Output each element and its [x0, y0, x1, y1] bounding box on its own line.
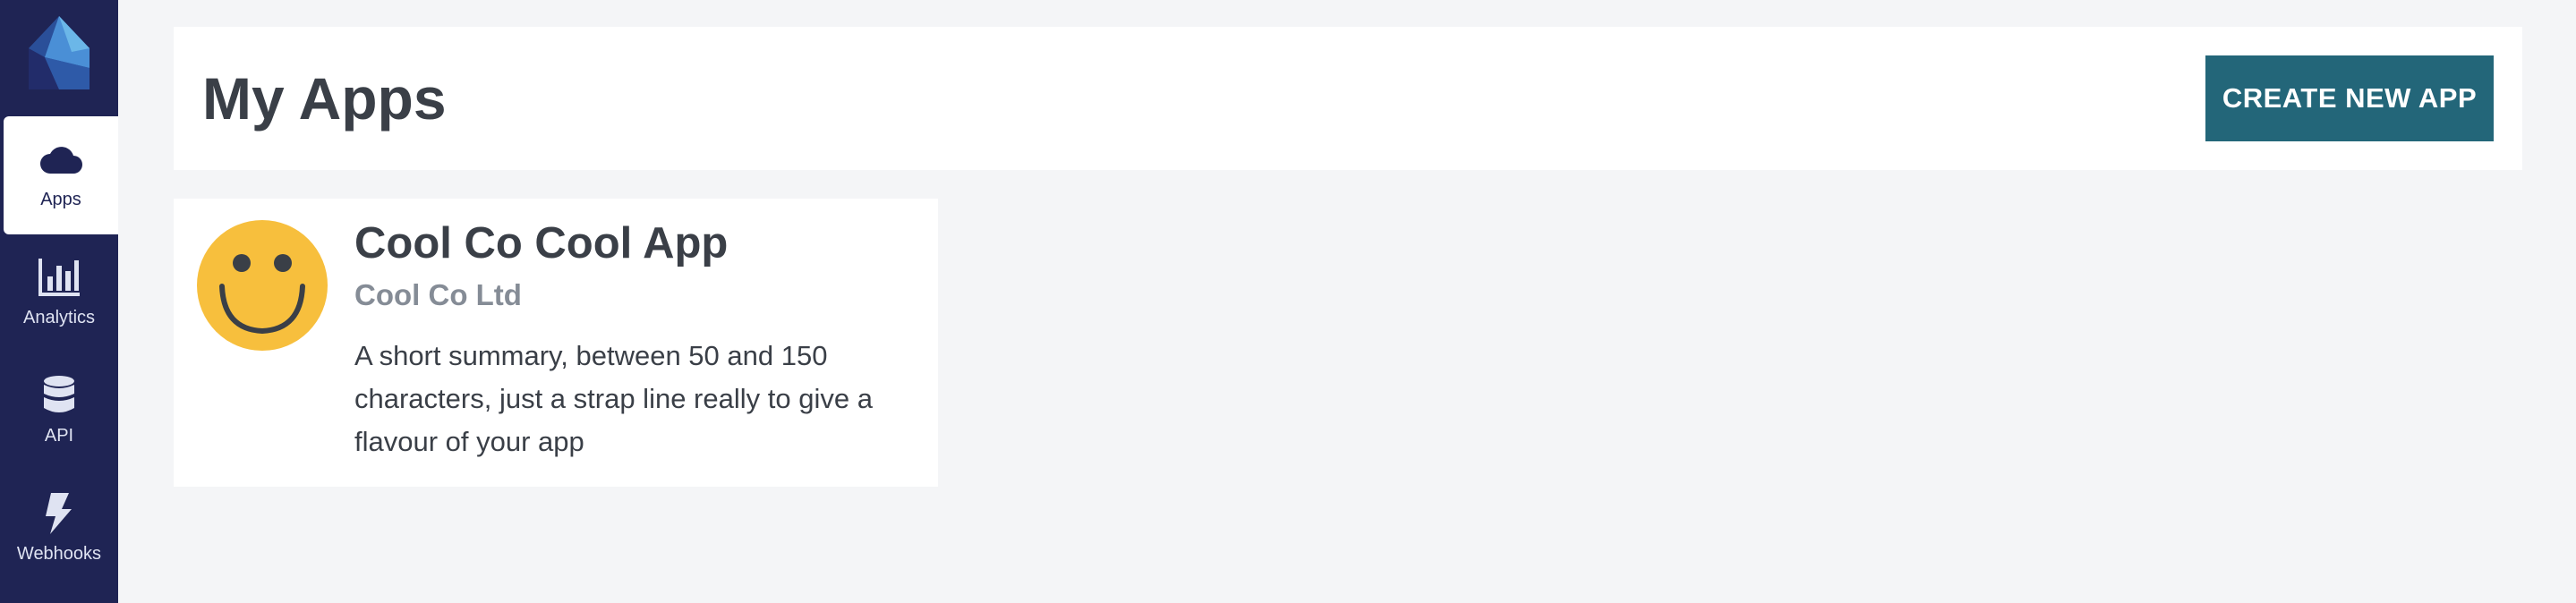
- lightning-icon: [38, 493, 81, 534]
- app-summary: A short summary, between 50 and 150 char…: [354, 340, 873, 457]
- sidebar-item-label: Apps: [40, 190, 81, 209]
- database-icon: [38, 376, 81, 415]
- page-header: My Apps CREATE NEW APP: [174, 27, 2522, 170]
- sidebar-item-label: Webhooks: [16, 544, 102, 564]
- bar-chart-icon: [38, 258, 81, 297]
- page-title: My Apps: [202, 65, 447, 132]
- sidebar-item-apps[interactable]: Apps: [4, 116, 118, 234]
- sidebar-item-api[interactable]: API: [0, 352, 118, 471]
- sidebar-item-webhooks[interactable]: Webhooks: [0, 471, 118, 589]
- app-card[interactable]: Cool Co Cool App Cool Co Ltd A short sum…: [174, 199, 938, 487]
- sidebar-item-label: API: [44, 426, 74, 446]
- create-new-app-button[interactable]: CREATE NEW APP: [2205, 55, 2494, 141]
- house-logo-icon[interactable]: [29, 16, 90, 89]
- app-name: Cool Co Cool App: [354, 219, 729, 268]
- app-company: Cool Co Ltd: [354, 278, 522, 311]
- sidebar-item-label: Analytics: [22, 308, 96, 327]
- sidebar-item-analytics[interactable]: Analytics: [0, 234, 118, 352]
- smiley-face-icon: [197, 220, 328, 351]
- sidebar: Apps Analytics API Webhooks: [0, 0, 118, 603]
- cloud-icon: [39, 140, 82, 179]
